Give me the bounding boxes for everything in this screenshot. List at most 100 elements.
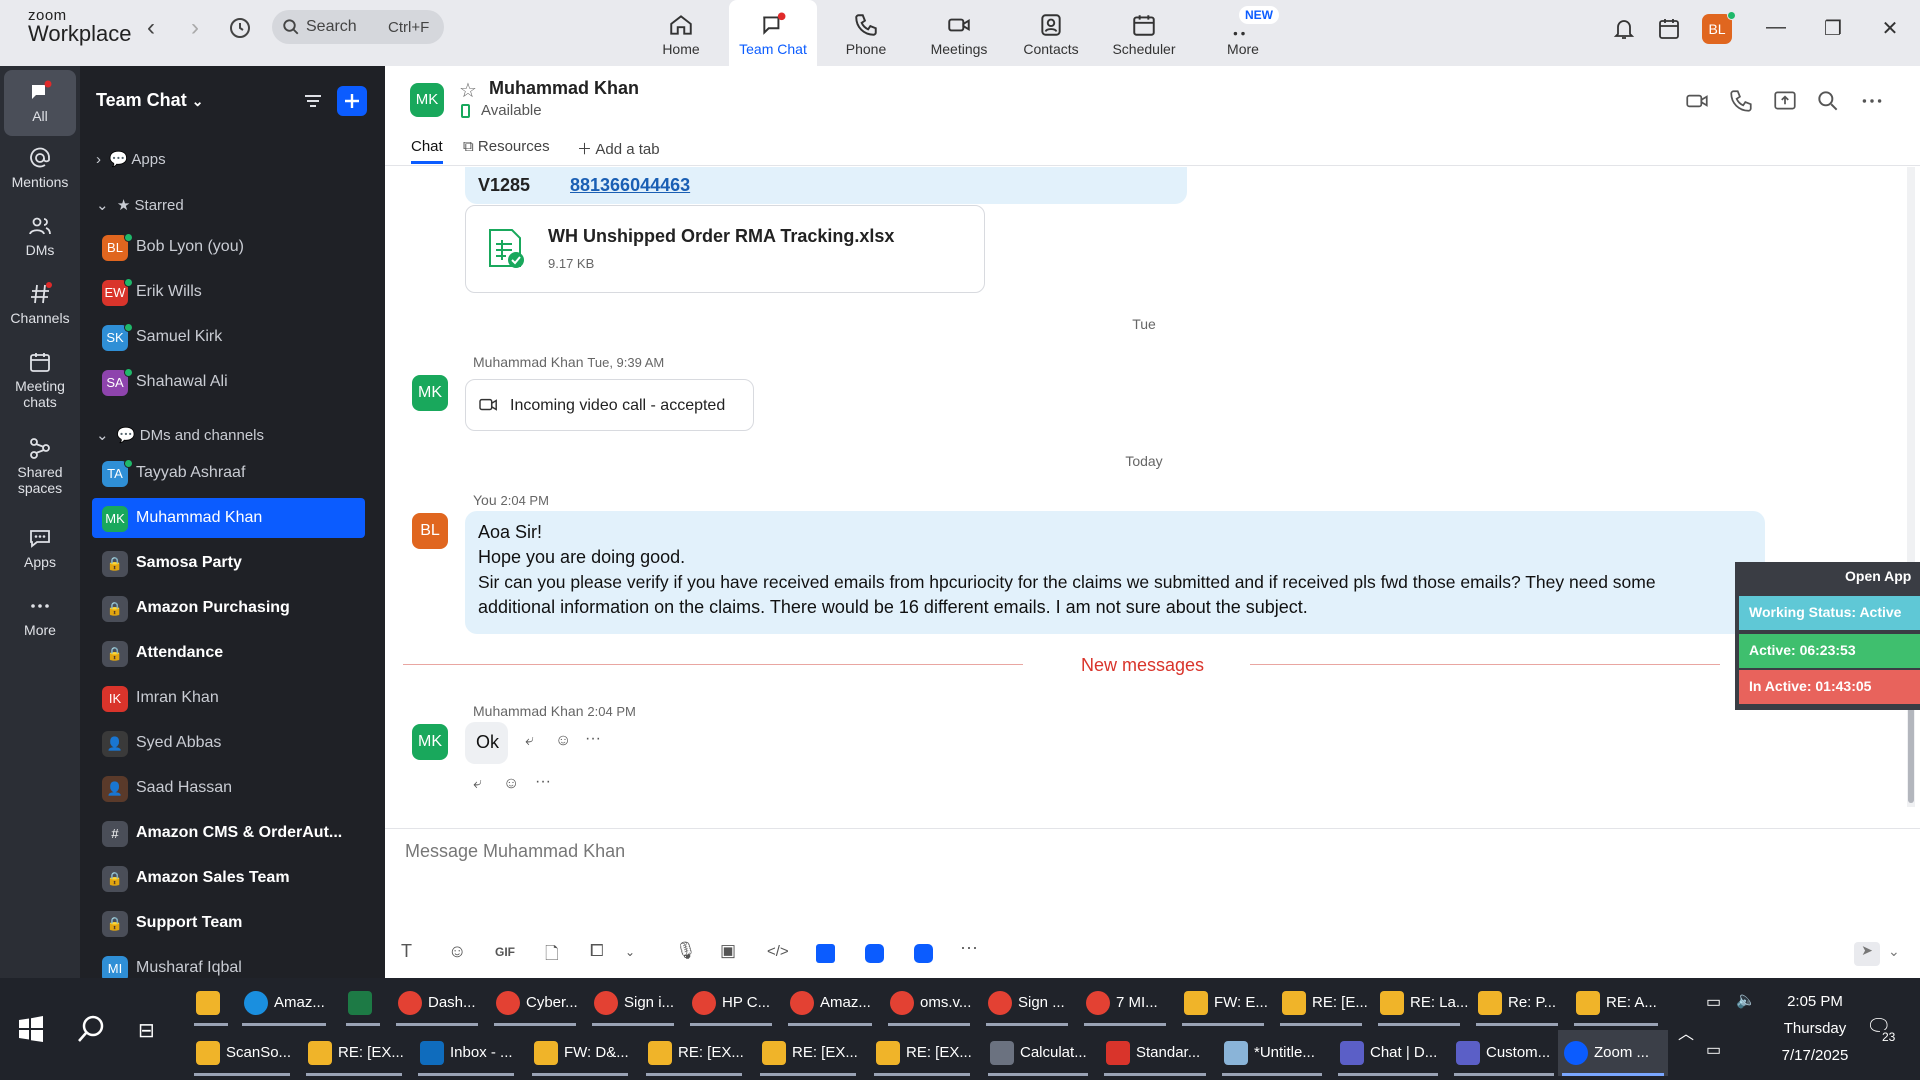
rail-item-meeting-chats[interactable]: Meeting chats — [4, 350, 76, 410]
taskbar-app[interactable]: *Untitle... — [1218, 1030, 1326, 1076]
taskbar-app[interactable]: RE: [EX... — [870, 1030, 974, 1076]
video-icon[interactable] — [1684, 88, 1710, 114]
reply-icon[interactable]: ⤶ — [525, 732, 534, 750]
more-icon[interactable]: ··· — [585, 730, 601, 748]
section-starred[interactable]: ⌄ ★ Starred — [96, 196, 184, 214]
list-item[interactable]: TA Tayyab Ashraaf — [92, 453, 365, 493]
gif-icon[interactable]: GIF — [495, 945, 519, 969]
microphone-icon[interactable]: 🎙 — [675, 941, 699, 965]
taskbar-app[interactable]: Custom... — [1450, 1030, 1558, 1076]
app-icon[interactable] — [865, 944, 884, 963]
list-item[interactable]: 🔒 Amazon Purchasing — [92, 588, 365, 628]
taskbar-app[interactable]: 7 MI... — [1080, 980, 1170, 1026]
more-icon[interactable]: ··· — [960, 937, 984, 961]
search-icon[interactable] — [76, 1014, 106, 1049]
taskbar-app[interactable]: Calculat... — [984, 1030, 1092, 1076]
file-attachment[interactable]: WH Unshipped Order RMA Tracking.xlsx 9.1… — [465, 205, 985, 293]
list-item[interactable]: BL Bob Lyon (you) — [92, 227, 365, 267]
taskbar-app[interactable]: FW: D&... — [528, 1030, 632, 1076]
taskbar-app[interactable] — [342, 980, 384, 1026]
bell-icon[interactable] — [1612, 16, 1636, 47]
rail-item-dms[interactable]: DMs — [4, 214, 76, 258]
list-item[interactable]: IK Imran Khan — [92, 678, 365, 718]
list-item[interactable]: 👤 Saad Hassan — [92, 768, 365, 808]
list-item[interactable]: SK Samuel Kirk — [92, 317, 365, 357]
forward-arrow-icon[interactable]: › — [180, 14, 210, 44]
list-item[interactable]: # Amazon CMS & OrderAut... — [92, 813, 365, 853]
taskbar-app[interactable]: Chat | D... — [1334, 1030, 1442, 1076]
emoji-icon[interactable]: ☺ — [503, 775, 519, 793]
chevron-down-icon[interactable]: ⌄ — [625, 945, 649, 969]
rail-item-channels[interactable]: Channels — [4, 282, 76, 326]
taskbar-app[interactable]: RE: [EX... — [302, 1030, 406, 1076]
list-item[interactable]: 🔒 Support Team — [92, 903, 365, 943]
message-input[interactable]: Message Muhammad Khan — [405, 841, 1805, 871]
tab-meetings[interactable]: Meetings — [915, 0, 1003, 66]
emoji-icon[interactable]: ☺ — [448, 941, 472, 965]
back-arrow-icon[interactable]: ‹ — [136, 14, 166, 44]
filter-icon[interactable] — [298, 86, 328, 116]
taskbar-app[interactable]: Amaz... — [238, 980, 330, 1026]
taskbar-app[interactable]: FW: E... — [1178, 980, 1268, 1026]
tab-home[interactable]: Home — [637, 0, 725, 66]
tab-phone[interactable]: Phone — [822, 0, 910, 66]
taskbar-app[interactable]: Amaz... — [784, 980, 876, 1026]
phone-icon[interactable] — [1728, 88, 1754, 114]
side-title[interactable]: Team Chat ⌄ — [96, 90, 203, 111]
new-chat-button[interactable] — [337, 86, 367, 116]
more-icon[interactable] — [1859, 88, 1885, 114]
code-icon[interactable]: </> — [767, 943, 791, 967]
add-tab-button[interactable]: ＋ Add a tab — [577, 138, 660, 159]
taskbar-app[interactable]: RE: La... — [1374, 980, 1468, 1026]
list-item-selected[interactable]: MK Muhammad Khan — [92, 498, 365, 538]
file-icon[interactable]: 🗋 — [545, 941, 569, 965]
taskbar-app[interactable]: Re: P... — [1472, 980, 1562, 1026]
taskbar-app[interactable]: ScanSo... — [190, 1030, 294, 1076]
reply-icon[interactable]: ⤶ — [473, 775, 482, 793]
taskbar-app[interactable]: RE: [EX... — [642, 1030, 746, 1076]
taskbar-app[interactable]: Inbox - ... — [414, 1030, 518, 1076]
close-icon[interactable]: ✕ — [1872, 16, 1908, 46]
taskbar-app[interactable]: Sign i... — [588, 980, 678, 1026]
message-link[interactable]: 881366044463 — [570, 175, 690, 196]
volume-icon[interactable]: 🔈 — [1736, 990, 1756, 1010]
taskbar-app[interactable]: Dash... — [392, 980, 482, 1026]
tab-team-chat[interactable]: Team Chat — [729, 0, 817, 66]
rail-item-shared-spaces[interactable]: Shared spaces — [4, 436, 76, 496]
display-icon[interactable]: ▭ — [1706, 1040, 1721, 1060]
list-item[interactable]: EW Erik Wills — [92, 272, 365, 312]
taskbar-app[interactable]: RE: [EX... — [756, 1030, 860, 1076]
app-icon[interactable] — [914, 944, 933, 963]
app-icon[interactable] — [816, 944, 835, 963]
contact-name[interactable]: Muhammad Khan — [489, 78, 639, 99]
list-item[interactable]: SA Shahawal Ali — [92, 362, 365, 402]
history-icon[interactable] — [228, 16, 252, 45]
tab-chat[interactable]: Chat — [411, 138, 443, 164]
taskbar-app[interactable] — [190, 980, 232, 1026]
rail-item-all[interactable]: All — [4, 70, 76, 136]
search-input[interactable]: Search Ctrl+F — [272, 10, 444, 44]
task-view-icon[interactable]: ⊟ — [138, 1018, 155, 1043]
taskbar-app[interactable]: RE: A... — [1570, 980, 1662, 1026]
calendar-icon[interactable] — [1657, 16, 1681, 47]
taskbar-app-active[interactable]: Zoom ... — [1558, 1030, 1668, 1076]
list-item[interactable]: 👤 Syed Abbas — [92, 723, 365, 763]
share-screen-icon[interactable] — [1772, 88, 1798, 114]
chevron-up-icon[interactable]: ︿ — [1678, 1020, 1694, 1044]
list-item[interactable]: 🔒 Amazon Sales Team — [92, 858, 365, 898]
taskbar-app[interactable]: HP C... — [686, 980, 776, 1026]
taskbar-app[interactable]: oms.v... — [884, 980, 974, 1026]
list-item[interactable]: 🔒 Samosa Party — [92, 543, 365, 583]
rail-item-more[interactable]: More — [4, 594, 76, 638]
list-item[interactable]: MI Musharaf Iqbal — [92, 948, 365, 978]
taskbar-app[interactable]: RE: [E... — [1276, 980, 1368, 1026]
taskbar-app[interactable]: Standar... — [1100, 1030, 1210, 1076]
battery-icon[interactable]: ▭ — [1706, 992, 1721, 1012]
user-avatar[interactable]: BL — [1702, 11, 1736, 44]
search-icon[interactable] — [1815, 88, 1841, 114]
video-message-icon[interactable]: ▣ — [720, 941, 744, 965]
format-text-icon[interactable]: T — [401, 941, 425, 965]
star-icon[interactable]: ☆ — [459, 78, 477, 103]
tab-resources[interactable]: ⧉ Resources — [463, 138, 550, 155]
more-icon[interactable]: ··· — [535, 773, 551, 791]
